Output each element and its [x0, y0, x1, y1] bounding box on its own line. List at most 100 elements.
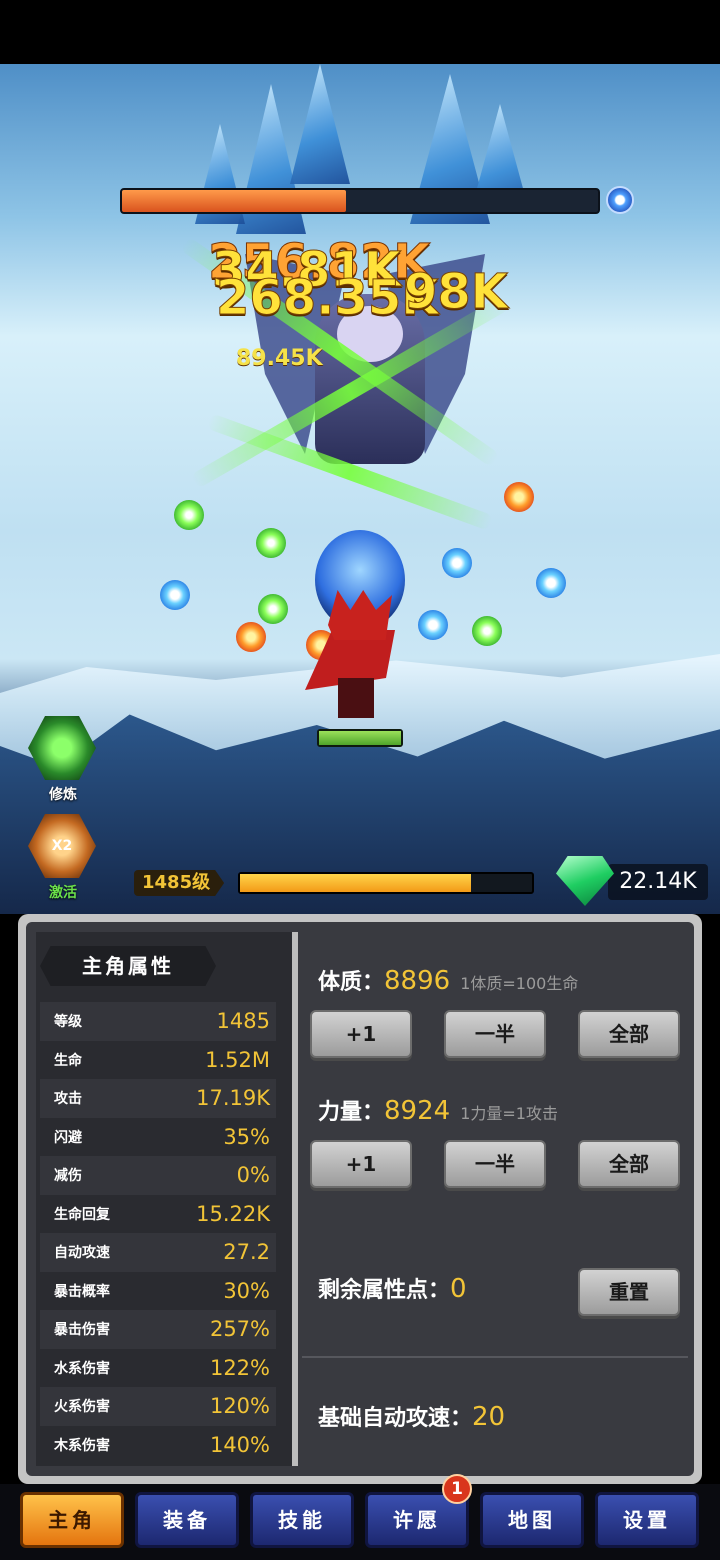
- tab-hero[interactable]: 主角: [20, 1492, 124, 1548]
- stat-label: 等级: [54, 1014, 82, 1031]
- water-orb: [160, 580, 190, 610]
- activate-label: 激活: [49, 885, 77, 901]
- green-gem-icon: [556, 856, 614, 906]
- base-speed-row: 基础自动攻速：20: [318, 1400, 505, 1432]
- stat-row: 木系伤害 140%: [40, 1426, 276, 1465]
- hero-hair: [328, 590, 392, 640]
- damage-number: 89.45K: [236, 346, 323, 371]
- stat-value: 17.19K: [196, 1086, 270, 1111]
- tab-settings[interactable]: 设置: [595, 1492, 699, 1548]
- refine-skill-button[interactable]: 修炼: [28, 716, 98, 804]
- constitution-half-button[interactable]: 一半: [444, 1010, 546, 1058]
- stat-value: 257%: [209, 1317, 270, 1342]
- stat-row: 攻击 17.19K: [40, 1079, 276, 1118]
- boss-hp-fill: [122, 190, 346, 212]
- base-speed-value: 20: [472, 1402, 506, 1432]
- strength-label: 力量：: [318, 1100, 385, 1125]
- stat-label: 减伤: [54, 1168, 82, 1185]
- stat-row: 生命回复 15.22K: [40, 1195, 276, 1234]
- status-bar: [0, 0, 720, 64]
- ice-crystal: [290, 64, 350, 184]
- stat-row: 火系伤害 120%: [40, 1387, 276, 1426]
- stat-row: 等级 1485: [40, 1002, 276, 1041]
- stat-value: 1485: [216, 1009, 270, 1034]
- stat-value: 122%: [209, 1355, 270, 1380]
- wood-orb: [258, 594, 288, 624]
- stat-value: 35%: [223, 1124, 270, 1149]
- stat-row: 自动攻速 27.2: [40, 1233, 276, 1272]
- reset-button[interactable]: 重置: [578, 1268, 680, 1316]
- tab-map[interactable]: 地图: [480, 1492, 584, 1548]
- attribute-panel: 主角属性 等级 1485 生命 1.52M 攻击 17.19K 闪避 35% 减伤 0% 生命回复 1…: [18, 914, 702, 1484]
- divider: [302, 1356, 688, 1358]
- stat-label: 生命回复: [54, 1206, 110, 1223]
- strength-half-button[interactable]: 一半: [444, 1140, 546, 1188]
- constitution-plus-one-button[interactable]: +1: [310, 1010, 412, 1058]
- wood-orb: [174, 500, 204, 530]
- constitution-hint: 1体质=100生命: [460, 974, 579, 993]
- stat-label: 水系伤害: [54, 1360, 110, 1377]
- fire-orb: [504, 482, 534, 512]
- boss-hp-bar: [120, 188, 600, 214]
- stat-label: 火系伤害: [54, 1399, 110, 1416]
- water-element-icon: [606, 186, 634, 214]
- wood-orb: [256, 528, 286, 558]
- exp-fill: [240, 874, 471, 892]
- constitution-value: 8896: [384, 966, 451, 996]
- stat-value: 30%: [223, 1278, 270, 1303]
- gem-count: 22.14K: [608, 864, 708, 900]
- battle-scene: 256.82K 34.81K 268.35K 98K 89.45K: [0, 64, 720, 914]
- stat-label: 自动攻速: [54, 1245, 110, 1262]
- allocation-column: 体质：8896 1体质=100生命 +1 一半 全部 力量：8924 1力量=1攻击…: [298, 922, 692, 1476]
- remaining-points-row: 剩余属性点：0: [318, 1272, 467, 1304]
- potion-icon: X2: [28, 814, 96, 878]
- tab-skills[interactable]: 技能: [250, 1492, 354, 1548]
- stat-row: 闪避 35%: [40, 1118, 276, 1157]
- strength-all-button[interactable]: 全部: [578, 1140, 680, 1188]
- strength-hint: 1力量=1攻击: [460, 1104, 558, 1123]
- stat-value: 0%: [236, 1163, 270, 1188]
- bottom-nav: 主角 装备 技能 许愿 地图 设置: [0, 1484, 720, 1560]
- refine-swirl-icon: [28, 716, 96, 780]
- constitution-all-button[interactable]: 全部: [578, 1010, 680, 1058]
- stat-label: 暴击概率: [54, 1283, 110, 1300]
- wood-orb: [472, 616, 502, 646]
- water-orb: [418, 610, 448, 640]
- wish-notification-badge: 1: [442, 1474, 472, 1504]
- strength-row: 力量：8924 1力量=1攻击: [318, 1094, 558, 1126]
- strength-plus-one-button[interactable]: +1: [310, 1140, 412, 1188]
- water-orb: [536, 568, 566, 598]
- tab-equipment[interactable]: 装备: [135, 1492, 239, 1548]
- gem-counter: 22.14K: [556, 856, 710, 906]
- refine-label: 修炼: [49, 787, 77, 803]
- stat-row: 暴击概率 30%: [40, 1272, 276, 1311]
- strength-value: 8924: [384, 1096, 451, 1126]
- fire-orb: [236, 622, 266, 652]
- double-boost-button[interactable]: X2 激活: [28, 814, 98, 902]
- stat-row: 水系伤害 122%: [40, 1349, 276, 1388]
- stat-value: 15.22K: [196, 1201, 270, 1226]
- stat-value: 140%: [209, 1432, 270, 1457]
- stat-value: 120%: [209, 1394, 270, 1419]
- stat-row: 暴击伤害 257%: [40, 1310, 276, 1349]
- attribute-title: 主角属性: [40, 946, 216, 986]
- level-progress: 1485级: [134, 868, 534, 898]
- stat-label: 生命: [54, 1052, 82, 1069]
- hero-hp-bar: [317, 729, 403, 747]
- stat-row: 减伤 0%: [40, 1156, 276, 1195]
- hero-character[interactable]: [300, 590, 410, 730]
- boost-multiplier: X2: [51, 838, 73, 854]
- level-badge: 1485级: [134, 870, 225, 896]
- constitution-label: 体质：: [318, 970, 385, 995]
- remaining-points-value: 0: [450, 1274, 467, 1304]
- damage-number: 98K: [404, 264, 509, 321]
- stat-list: 等级 1485 生命 1.52M 攻击 17.19K 闪避 35% 减伤 0% 生命回复 15.22K…: [40, 1002, 276, 1464]
- stat-value: 1.52M: [205, 1047, 270, 1072]
- stat-row: 生命 1.52M: [40, 1041, 276, 1080]
- stat-label: 木系伤害: [54, 1437, 110, 1454]
- hero-legs: [338, 678, 374, 718]
- stat-label: 攻击: [54, 1091, 82, 1108]
- exp-bar: [238, 872, 534, 894]
- stat-label: 暴击伤害: [54, 1322, 110, 1339]
- base-speed-label: 基础自动攻速：: [318, 1406, 473, 1431]
